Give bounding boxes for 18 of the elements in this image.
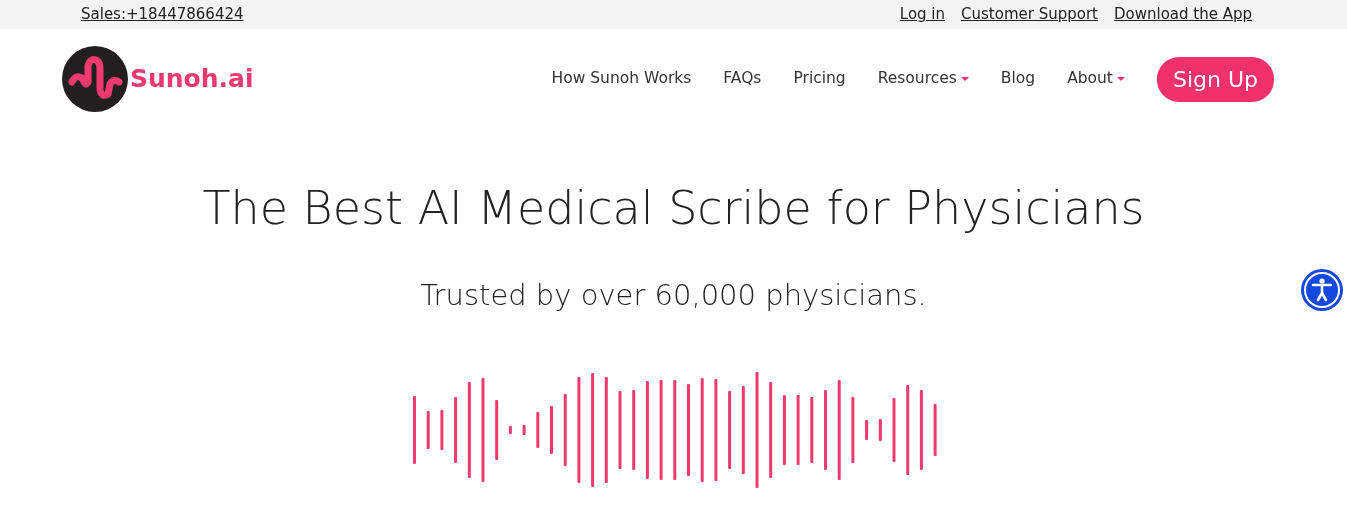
top-link[interactable]: Log in (899, 3, 946, 26)
nav-link[interactable]: Pricing (793, 67, 846, 91)
nav-link[interactable]: Blog (1000, 67, 1036, 91)
caret-icon (1116, 76, 1125, 81)
nav-link[interactable]: FAQs (723, 67, 762, 91)
hero-title: The Best AI Medical Scribe for Physicians (201, 181, 1146, 237)
nav-link[interactable]: How Sunoh Works (551, 67, 692, 91)
nav-dropdown[interactable]: Resources (877, 67, 969, 91)
nav-dropdown[interactable]: About (1067, 67, 1125, 91)
sign-up-button[interactable]: Sign Up (1156, 56, 1274, 102)
logo-text[interactable]: Sunoh.ai (130, 60, 254, 98)
top-link[interactable]: Customer Support (961, 3, 1098, 26)
hero-subtitle: Trusted by over 60,000 physicians. (420, 277, 927, 315)
top-link[interactable]: Download the App (1113, 3, 1252, 26)
logo-icon[interactable] (62, 46, 128, 112)
accessibility-icon[interactable] (1300, 268, 1344, 312)
sales-phone-link[interactable]: Sales:+18447866424 (81, 3, 244, 26)
caret-icon (960, 76, 969, 81)
